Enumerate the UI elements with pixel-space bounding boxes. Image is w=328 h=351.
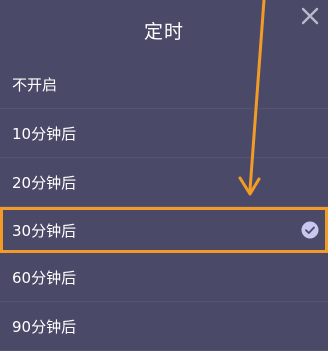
option-10min[interactable]: 10分钟后	[0, 109, 328, 158]
option-label: 30分钟后	[12, 221, 77, 240]
option-20min[interactable]: 20分钟后	[0, 158, 328, 207]
timer-dialog: 定时 不开启 10分钟后 20分钟后 30分钟后 60分钟后 90分钟后	[0, 0, 328, 351]
option-label: 20分钟后	[12, 173, 77, 192]
option-off[interactable]: 不开启	[0, 60, 328, 109]
option-60min[interactable]: 60分钟后	[0, 253, 328, 302]
close-icon[interactable]	[300, 6, 320, 26]
option-label: 10分钟后	[12, 124, 77, 143]
option-label: 60分钟后	[12, 268, 77, 287]
dialog-header: 定时	[0, 0, 328, 60]
option-30min[interactable]: 30分钟后	[0, 207, 328, 253]
option-label: 90分钟后	[12, 317, 77, 336]
check-circle-icon	[301, 221, 319, 239]
option-90min[interactable]: 90分钟后	[0, 302, 328, 351]
dialog-title: 定时	[143, 20, 184, 43]
option-label: 不开启	[12, 75, 58, 94]
timer-options-list: 不开启 10分钟后 20分钟后 30分钟后 60分钟后 90分钟后	[0, 60, 328, 351]
